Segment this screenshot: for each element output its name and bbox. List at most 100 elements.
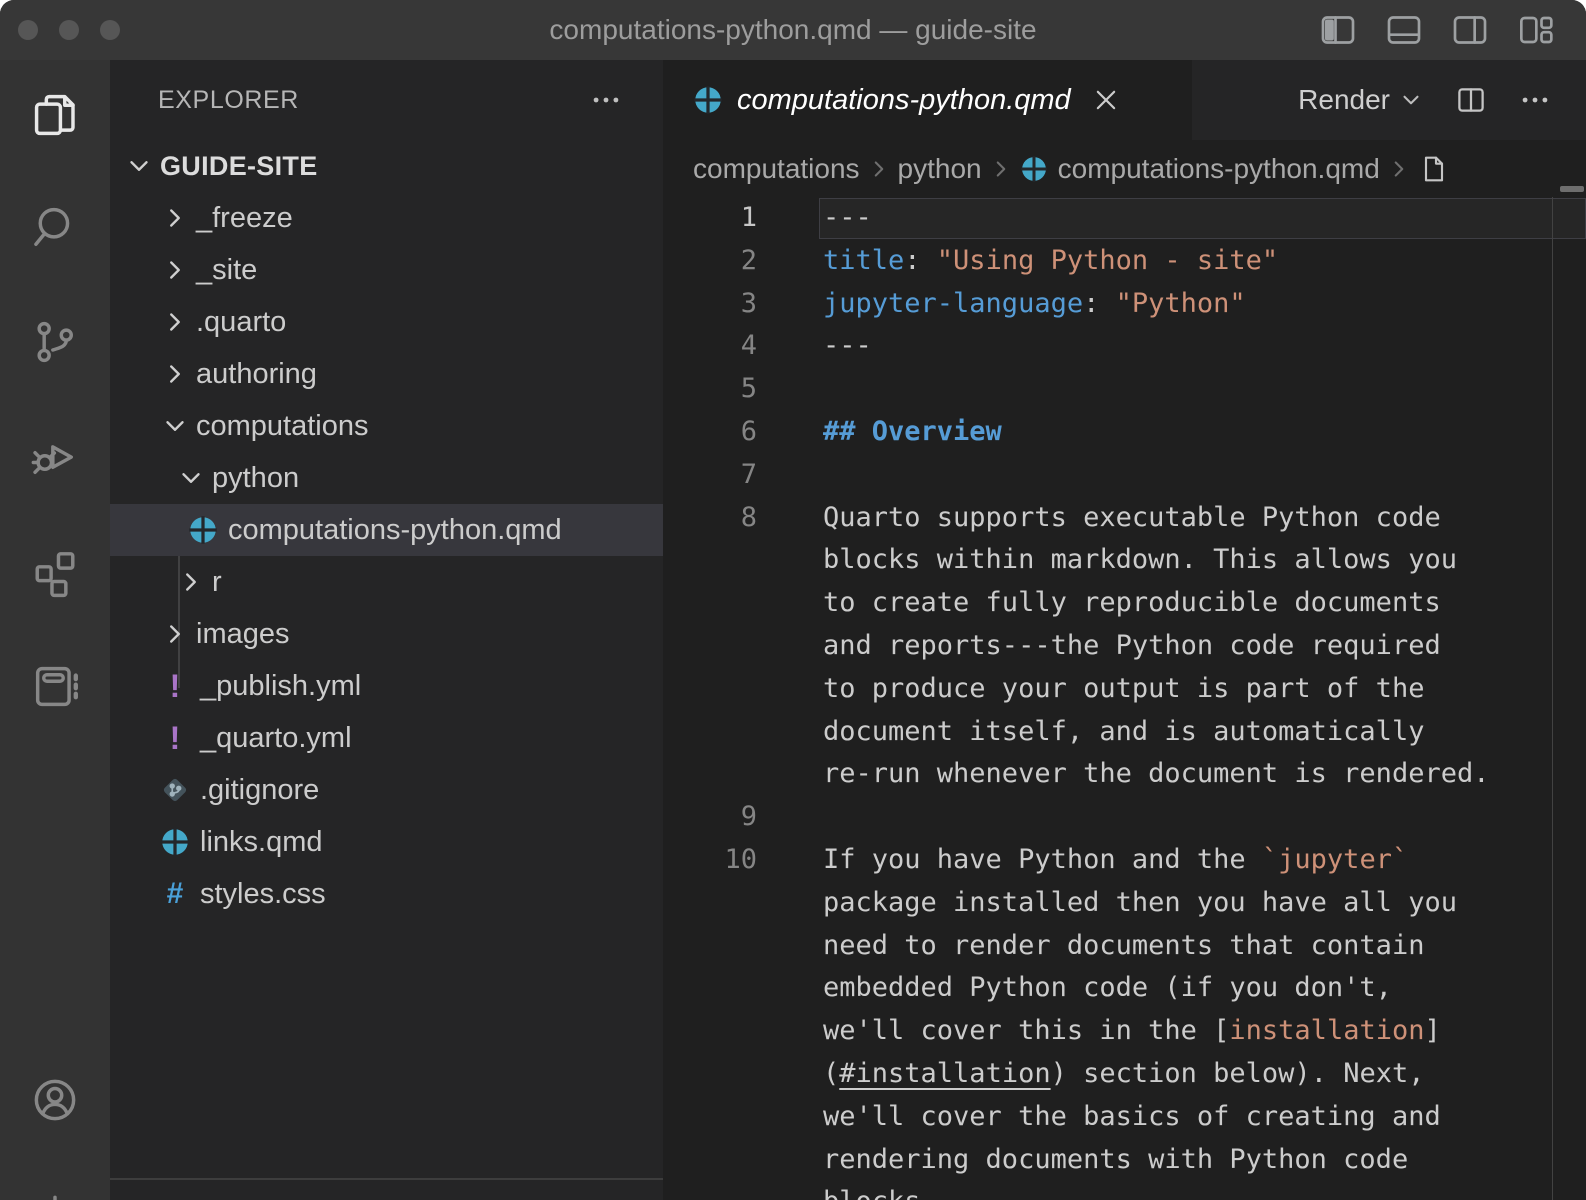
code-line[interactable]: 8Quarto supports executable Python code: [663, 497, 1586, 540]
customize-layout-icon[interactable]: [1516, 10, 1556, 50]
line-number[interactable]: 5: [663, 368, 757, 411]
line-number[interactable]: [663, 882, 757, 925]
activity-bar-item-run-debug[interactable]: [29, 430, 81, 482]
line-number[interactable]: 10: [663, 839, 757, 882]
line-number[interactable]: [663, 1053, 757, 1096]
close-icon[interactable]: [1091, 85, 1121, 115]
code-line[interactable]: and reports---the Python code required: [663, 625, 1586, 668]
line-number[interactable]: [663, 753, 757, 796]
code-text: embedded Python code (if you don't,: [757, 967, 1392, 1010]
code-line[interactable]: we'll cover the basics of creating and: [663, 1096, 1586, 1139]
line-number[interactable]: [663, 711, 757, 754]
line-number[interactable]: [663, 967, 757, 1010]
tree-item-images[interactable]: images: [110, 608, 663, 660]
activity-bar-item-notebook[interactable]: [29, 660, 81, 712]
activity-bar-item-search[interactable]: [29, 202, 81, 254]
line-number[interactable]: 3: [663, 283, 757, 326]
tree-item-guide-site[interactable]: GUIDE-SITE: [110, 140, 663, 192]
line-number[interactable]: 2: [663, 240, 757, 283]
code-line[interactable]: (#installation) section below). Next,: [663, 1053, 1586, 1096]
tree-item-label: r: [212, 566, 222, 599]
code-line[interactable]: 4---: [663, 325, 1586, 368]
minimize-window-button[interactable]: [59, 20, 79, 40]
tree-item-computations-python-qmd[interactable]: computations-python.qmd: [110, 504, 663, 556]
line-number[interactable]: [663, 1139, 757, 1182]
tree-item-links-qmd[interactable]: links.qmd: [110, 816, 663, 868]
scrollbar-thumb[interactable]: [1560, 186, 1584, 192]
breadcrumb-item-python[interactable]: python: [898, 153, 982, 185]
more-actions-icon[interactable]: [1518, 83, 1552, 117]
activity-bar-item-account[interactable]: [29, 1074, 81, 1126]
tree-item--publish-yml[interactable]: !_publish.yml: [110, 660, 663, 712]
code-line[interactable]: 6## Overview: [663, 411, 1586, 454]
account-icon: [29, 1074, 81, 1126]
code-line[interactable]: 7: [663, 454, 1586, 497]
more-actions-icon[interactable]: [589, 83, 623, 117]
activity-bar-item-settings[interactable]: [29, 1192, 81, 1200]
code-line[interactable]: 5: [663, 368, 1586, 411]
zoom-window-button[interactable]: [100, 20, 120, 40]
quarto-icon: [160, 827, 190, 857]
line-number[interactable]: [663, 1181, 757, 1200]
code-line[interactable]: package installed then you have all you: [663, 882, 1586, 925]
toggle-panel-icon[interactable]: [1384, 10, 1424, 50]
line-number[interactable]: [663, 625, 757, 668]
line-number[interactable]: 1: [663, 197, 757, 240]
line-number[interactable]: 9: [663, 796, 757, 839]
toggle-primary-sidebar-icon[interactable]: [1318, 10, 1358, 50]
tree-item-computations[interactable]: computations: [110, 400, 663, 452]
tree-item-styles-css[interactable]: #styles.css: [110, 868, 663, 920]
tree-item--site[interactable]: _site: [110, 244, 663, 296]
code-editor[interactable]: 1---2title: "Using Python - site"3jupyte…: [663, 197, 1586, 1200]
line-number[interactable]: 4: [663, 325, 757, 368]
line-number[interactable]: [663, 582, 757, 625]
breadcrumb-item-computations-python-qmd[interactable]: computations-python.qmd: [1020, 153, 1380, 185]
code-line[interactable]: 10If you have Python and the `jupyter`: [663, 839, 1586, 882]
line-number[interactable]: [663, 539, 757, 582]
code-line[interactable]: need to render documents that contain: [663, 925, 1586, 968]
line-number[interactable]: [663, 668, 757, 711]
code-line[interactable]: 3jupyter-language: "Python": [663, 283, 1586, 326]
code-line[interactable]: to create fully reproducible documents: [663, 582, 1586, 625]
code-line[interactable]: we'll cover this in the [installation]: [663, 1010, 1586, 1053]
quarto-icon: [693, 85, 723, 115]
tree-item-r[interactable]: r: [110, 556, 663, 608]
toggle-secondary-sidebar-icon[interactable]: [1450, 10, 1490, 50]
line-number[interactable]: 7: [663, 454, 757, 497]
code-line[interactable]: 2title: "Using Python - site": [663, 240, 1586, 283]
code-line[interactable]: embedded Python code (if you don't,: [663, 967, 1586, 1010]
tree-item-label: _site: [196, 254, 257, 287]
split-editor-icon[interactable]: [1454, 83, 1488, 117]
activity-bar-item-extensions[interactable]: [29, 546, 81, 598]
activity-bar-item-source-control[interactable]: [29, 316, 81, 368]
tree-item--freeze[interactable]: _freeze: [110, 192, 663, 244]
line-number[interactable]: 8: [663, 497, 757, 540]
code-text: package installed then you have all you: [757, 882, 1457, 925]
code-line[interactable]: re-run whenever the document is rendered…: [663, 753, 1586, 796]
activity-bar-item-explorer[interactable]: [29, 89, 81, 141]
code-line[interactable]: document itself, and is automatically: [663, 711, 1586, 754]
code-line[interactable]: blocks.: [663, 1181, 1586, 1200]
breadcrumb-item-symbol[interactable]: [1418, 153, 1450, 185]
outline-section-header[interactable]: OUTLINE: [110, 1184, 663, 1200]
code-line[interactable]: to produce your output is part of the: [663, 668, 1586, 711]
activity-bar: [0, 60, 110, 1200]
tree-item-authoring[interactable]: authoring: [110, 348, 663, 400]
code-line[interactable]: blocks within markdown. This allows you: [663, 539, 1586, 582]
breadcrumb-item-computations[interactable]: computations: [693, 153, 860, 185]
tab-computations-python[interactable]: computations-python.qmd: [663, 60, 1192, 140]
line-number[interactable]: [663, 1010, 757, 1053]
line-number[interactable]: [663, 1096, 757, 1139]
code-line[interactable]: 9: [663, 796, 1586, 839]
tree-item--quarto-yml[interactable]: !_quarto.yml: [110, 712, 663, 764]
tree-item--quarto[interactable]: .quarto: [110, 296, 663, 348]
tree-item--gitignore[interactable]: .gitignore: [110, 764, 663, 816]
render-button[interactable]: Render: [1298, 84, 1424, 116]
code-line[interactable]: 1---: [663, 197, 1586, 240]
line-number[interactable]: 6: [663, 411, 757, 454]
code-line[interactable]: rendering documents with Python code: [663, 1139, 1586, 1182]
tree-item-label: .quarto: [196, 306, 286, 339]
close-window-button[interactable]: [18, 20, 38, 40]
tree-item-python[interactable]: python: [110, 452, 663, 504]
line-number[interactable]: [663, 925, 757, 968]
